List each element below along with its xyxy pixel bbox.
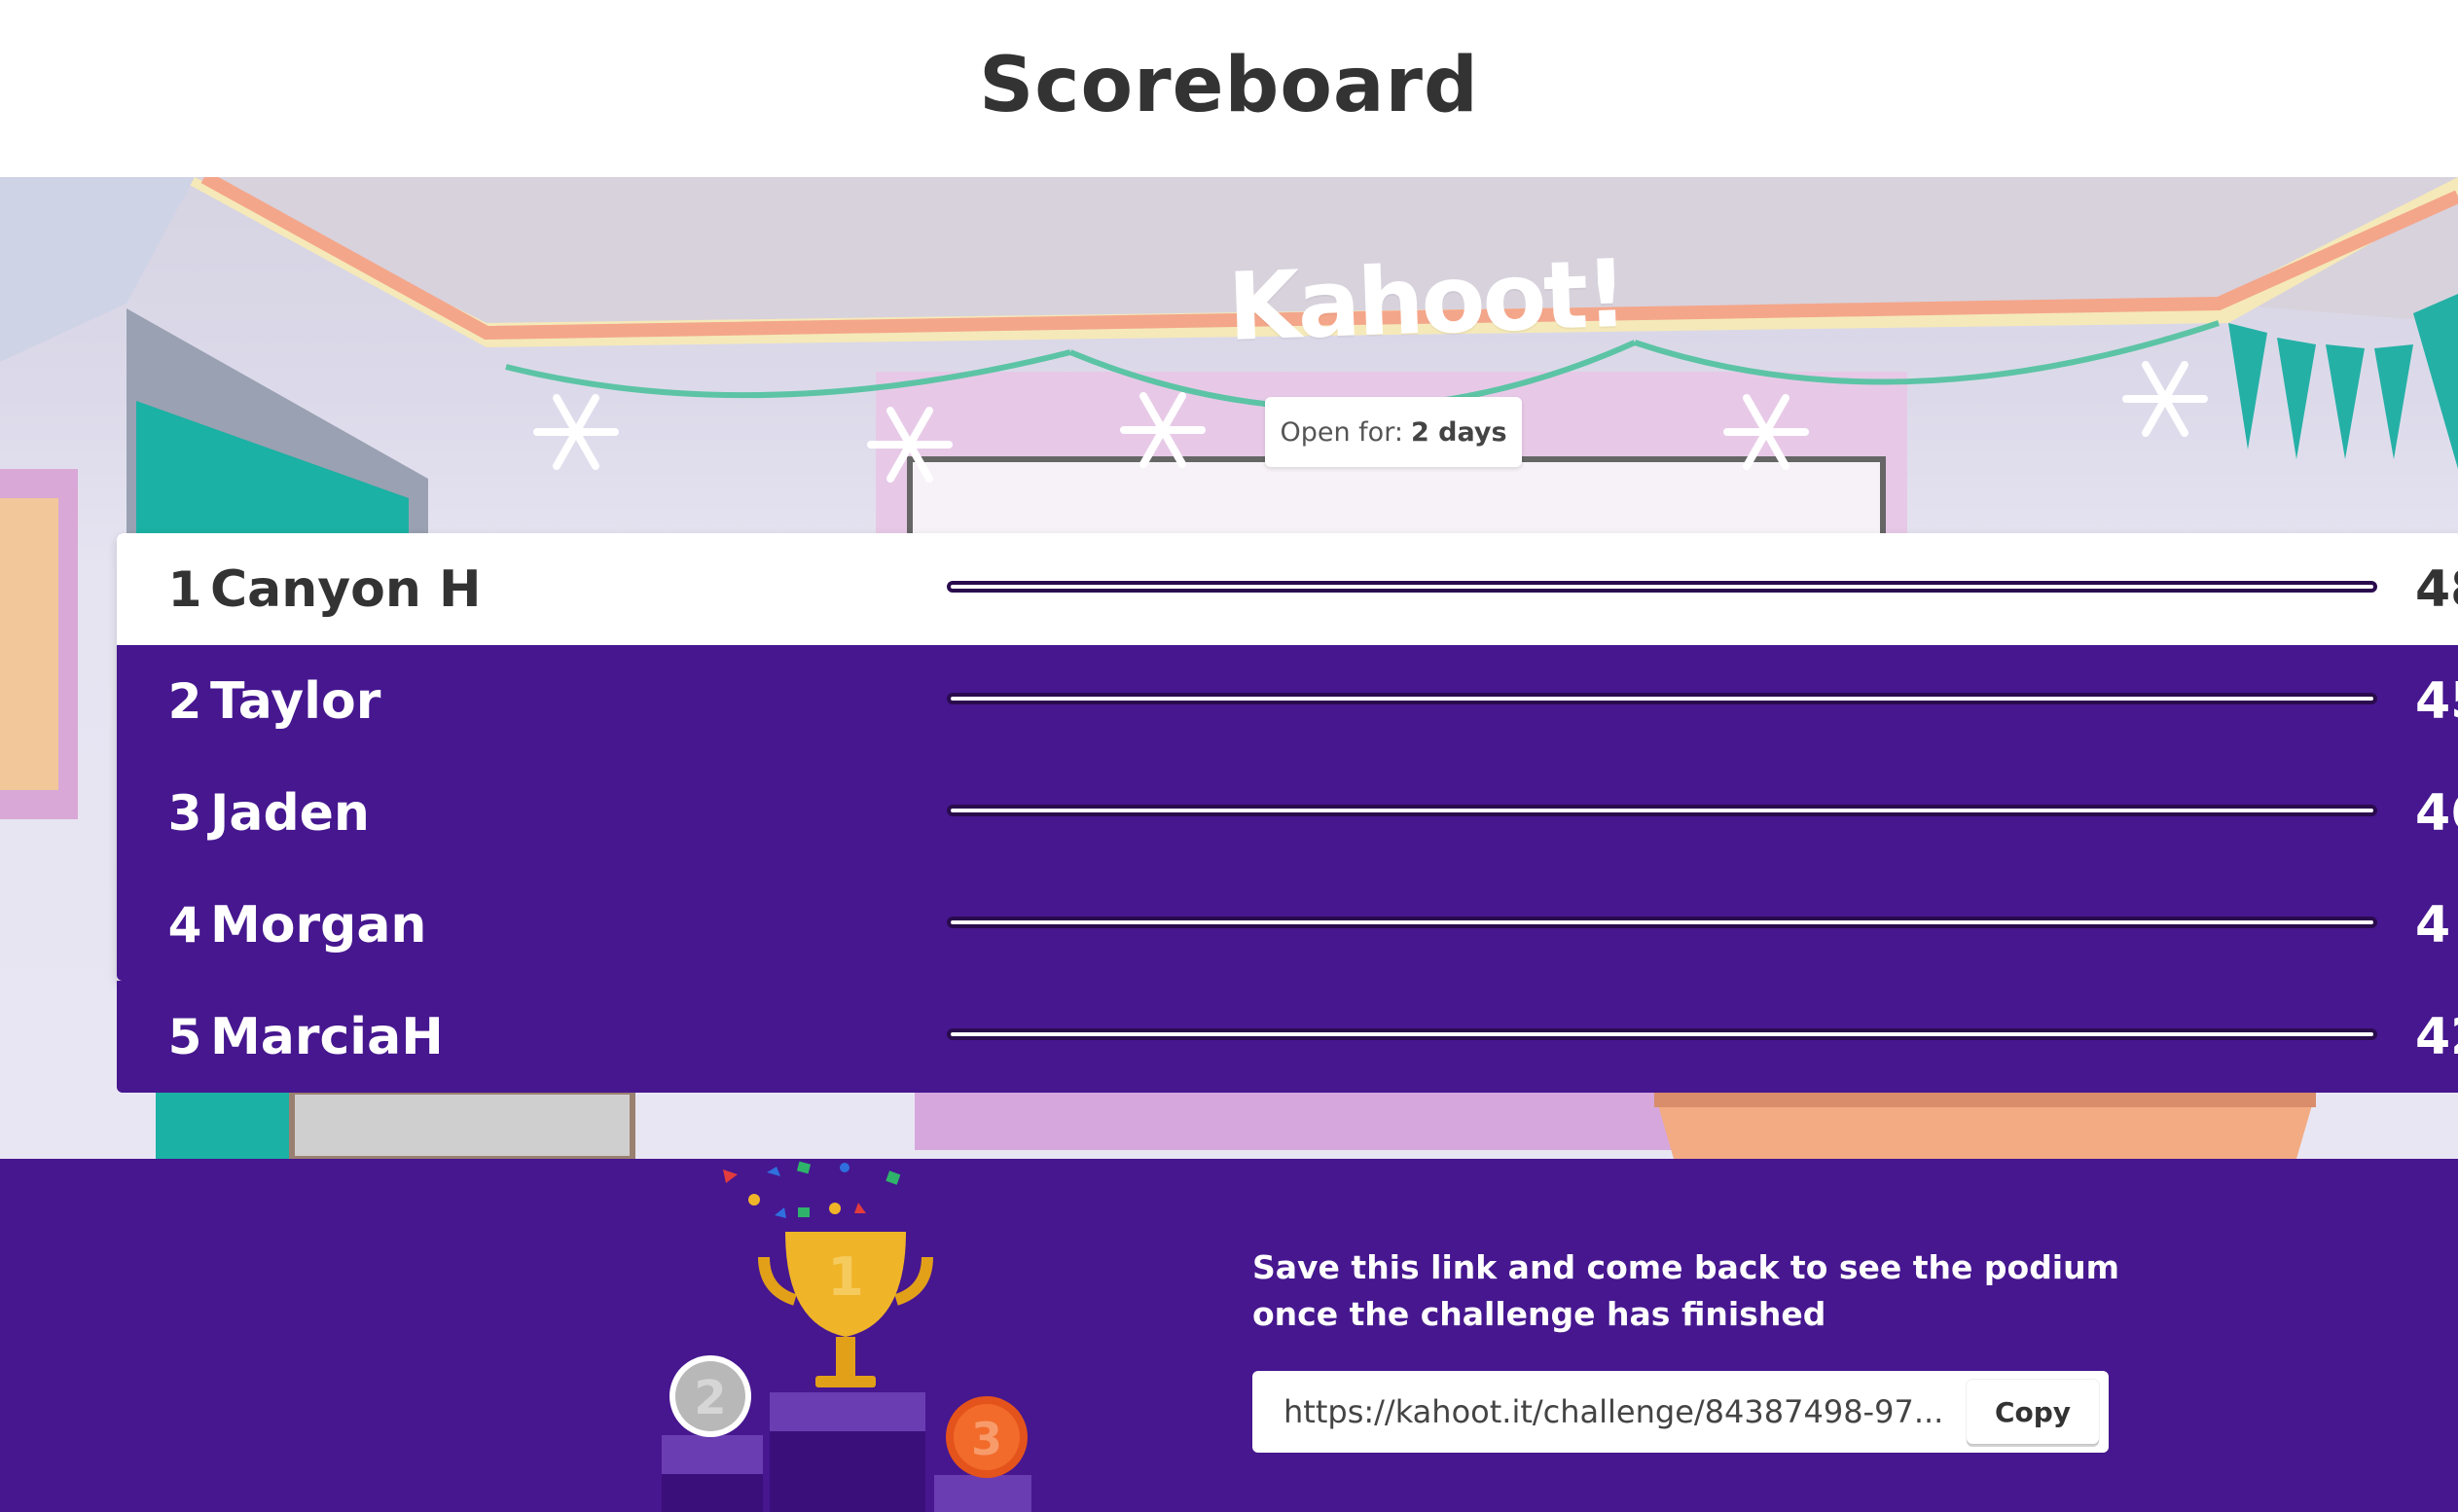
trophy-rank: 1 — [827, 1246, 864, 1308]
open-for-badge: Open for: 2 days — [1265, 397, 1522, 467]
silver-medal-icon: 2 — [669, 1355, 751, 1437]
player-name: Canyon H — [210, 559, 482, 619]
bronze-medal-icon: 3 — [946, 1396, 1028, 1478]
scoreboard-row: 4 Morgan 4 — [117, 869, 2458, 981]
player-score: 45 — [2415, 671, 2458, 731]
score-bar — [947, 917, 2377, 928]
footer-panel: 1 2 3 Save this link and come back to se… — [0, 1159, 2458, 1512]
player-score: 4 — [2415, 895, 2451, 954]
kahoot-logo: Kahoot! — [1226, 238, 1627, 362]
score-bar — [947, 1028, 2377, 1040]
challenge-link-field[interactable]: https://kahoot.it/challenge/84387498-97.… — [1252, 1371, 1967, 1453]
player-name: Morgan — [210, 895, 427, 954]
challenge-link-box: https://kahoot.it/challenge/84387498-97.… — [1252, 1371, 2109, 1453]
open-for-label: Open for: — [1280, 416, 1403, 448]
silver-rank: 2 — [694, 1371, 726, 1425]
player-name: Taylor — [210, 671, 381, 731]
bronze-rank: 3 — [971, 1413, 1002, 1465]
page-title: Scoreboard — [979, 42, 1479, 129]
scoreboard-table-tail: 5 MarciaH 42 — [117, 981, 2458, 1093]
podium-illustration: 1 2 3 — [662, 1161, 1031, 1512]
score-bar — [947, 805, 2377, 816]
player-score: 42 — [2415, 1007, 2458, 1066]
scoreboard-row: 5 MarciaH 42 — [117, 981, 2458, 1093]
player-name: MarciaH — [210, 1007, 444, 1066]
score-bar — [947, 581, 2377, 593]
player-name: Jaden — [210, 783, 370, 843]
open-for-value: 2 days — [1410, 416, 1507, 448]
trophy-icon: 1 — [758, 1232, 933, 1387]
save-link-message: Save this link and come back to see the … — [1252, 1248, 2119, 1333]
copy-button[interactable]: Copy — [1967, 1380, 2099, 1444]
header: Scoreboard — [0, 0, 2458, 177]
player-score: 46 — [2415, 783, 2458, 843]
scoreboard-row: 1 Canyon H 48 — [117, 533, 2458, 645]
scoreboard-row: 2 Taylor 45 — [117, 645, 2458, 757]
score-bar — [947, 693, 2377, 704]
confetti-icon — [723, 1161, 901, 1218]
player-score: 48 — [2415, 559, 2458, 619]
scoreboard-row: 3 Jaden 46 — [117, 757, 2458, 869]
background-scene: Kahoot! Open for: 2 days 1 Canyon H 48 2… — [0, 177, 2458, 1159]
scoreboard-table: 1 Canyon H 48 2 Taylor 45 3 Jaden 46 4 M… — [117, 533, 2458, 981]
